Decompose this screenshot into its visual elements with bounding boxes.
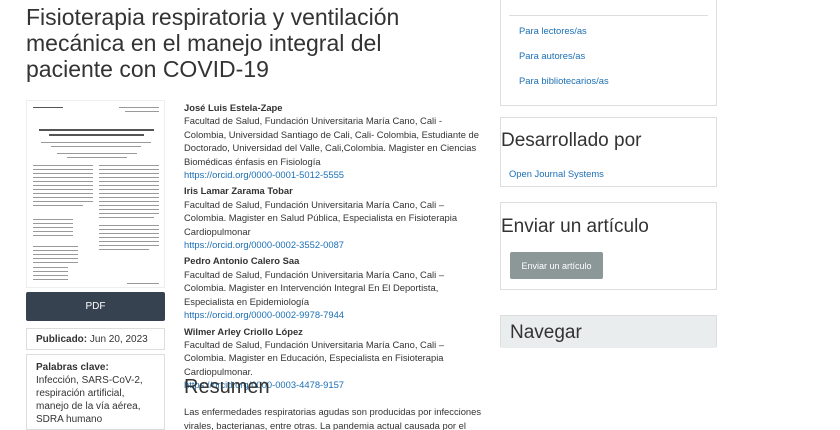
published-label: Publicado: (36, 334, 88, 345)
sidebar-navigate: Navegar (500, 315, 717, 348)
keywords-label: Palabras clave: (36, 362, 109, 373)
sidebar-submit: Enviar un artículo Enviar un artículo (500, 202, 717, 290)
navigate-heading: Navegar (510, 322, 582, 343)
abstract-text: Las enfermedades respiratorias agudas so… (184, 406, 482, 430)
author-name: José Luis Estela-Zape (184, 102, 283, 113)
sidebar-link-librarians[interactable]: Para bibliotecarios/as (519, 75, 609, 86)
article-title: Fisioterapia respiratoria y ventilación … (26, 4, 400, 82)
published-date: Jun 20, 2023 (89, 334, 148, 345)
author-orcid-link[interactable]: https://orcid.org/0000-0002-9978-7944 (184, 309, 344, 320)
published-box: Publicado: Jun 20, 2023 (26, 328, 165, 350)
author-entry: José Luis Estela-Zape Facultad de Salud,… (184, 101, 484, 181)
author-name: Iris Lamar Zarama Tobar (184, 185, 293, 197)
sidebar-info-links: Para lectores/as Para autores/as Para bi… (500, 0, 717, 106)
author-affiliation: Facultad de Salud, Fundación Universitar… (184, 115, 479, 167)
developed-by-heading: Desarrollado por (501, 130, 642, 151)
navigate-header: Navegar (501, 316, 716, 348)
author-name: Wilmer Arley Criollo López (184, 325, 303, 337)
author-affiliation: Facultad de Salud, Fundación Universitar… (184, 198, 458, 237)
keywords-list: Infección, SARS-CoV-2, respiración artif… (36, 375, 143, 425)
author-entry: Iris Lamar Zarama Tobar Facultad de Salu… (184, 184, 484, 251)
keywords-box: Palabras clave: Infección, SARS-CoV-2, r… (26, 354, 165, 430)
submit-article-button[interactable]: Enviar un artículo (510, 252, 603, 279)
ojs-link[interactable]: Open Journal Systems (509, 168, 604, 179)
author-orcid-link[interactable]: https://orcid.org/0000-0001-5012-5555 (184, 169, 344, 180)
submit-heading: Enviar un artículo (501, 216, 649, 237)
sidebar-link-authors[interactable]: Para autores/as (519, 50, 585, 61)
author-affiliation: Facultad de Salud, Fundación Universitar… (184, 268, 445, 307)
pdf-button[interactable]: PDF (26, 292, 165, 321)
abstract-heading: Resumen (184, 376, 270, 398)
author-affiliation: Facultad de Salud, Fundación Universitar… (184, 338, 445, 377)
sidebar-developed-by: Desarrollado por Open Journal Systems (500, 117, 717, 187)
sidebar-divider (509, 15, 708, 16)
authors-list: José Luis Estela-Zape Facultad de Salud,… (184, 101, 484, 395)
author-entry: Pedro Antonio Calero Saa Facultad de Sal… (184, 254, 484, 321)
author-name: Pedro Antonio Calero Saa (184, 255, 300, 267)
article-cover-thumbnail[interactable] (26, 100, 165, 288)
sidebar-link-readers[interactable]: Para lectores/as (519, 25, 587, 36)
author-orcid-link[interactable]: https://orcid.org/0000-0002-3552-0087 (184, 239, 344, 250)
